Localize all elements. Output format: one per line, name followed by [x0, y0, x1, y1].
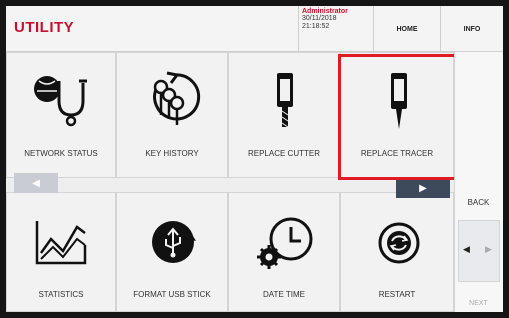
restart-icon — [378, 222, 420, 264]
key-history-button[interactable]: KEY HISTORY — [116, 52, 228, 178]
format-usb-stick-button[interactable]: FORMAT USB STICK — [116, 192, 228, 312]
header-bar: UTILITY Administrator 30/11/2018 21:18:5… — [6, 6, 503, 52]
stethoscope-globe-icon — [34, 76, 87, 127]
tile-label: NETWORK STATUS — [24, 149, 98, 158]
date-time-button[interactable]: DATE TIME — [228, 192, 340, 312]
user-info: Administrator 30/11/2018 21:18:52 — [302, 8, 372, 31]
usb-format-icon — [152, 221, 196, 263]
info-button[interactable]: INFO — [441, 6, 503, 52]
previous-page-button[interactable]: ◀ — [463, 244, 470, 255]
tile-label: FORMAT USB STICK — [133, 290, 211, 299]
tile-label: RESTART — [378, 290, 416, 299]
home-button[interactable]: HOME — [374, 6, 440, 52]
page-navigator: ◀ ▶ — [458, 220, 500, 282]
time-text: 21:18:52 — [302, 23, 330, 30]
next-page-arrow[interactable]: ▶ — [485, 244, 492, 255]
clock-gear-icon — [257, 217, 313, 269]
replace-tracer-button[interactable]: REPLACE TRACER — [340, 52, 454, 178]
replace-cutter-button[interactable]: REPLACE CUTTER — [228, 52, 340, 178]
restart-button[interactable]: RESTART — [340, 192, 454, 312]
next-button[interactable]: NEXT — [454, 300, 503, 307]
tile-label: REPLACE TRACER — [360, 149, 434, 158]
page-title: UTILITY — [14, 19, 75, 36]
tile-label: KEY HISTORY — [145, 149, 199, 158]
network-status-button[interactable]: NETWORK STATUS — [6, 52, 116, 178]
touch-screen: UTILITY Administrator 30/11/2018 21:18:5… — [6, 6, 503, 312]
scroll-right-button[interactable]: ▶ — [396, 178, 450, 198]
statistics-button[interactable]: STATISTICS — [6, 192, 116, 312]
tracer-icon — [391, 73, 407, 129]
user-name: Administrator — [302, 8, 348, 15]
tile-label: REPLACE CUTTER — [247, 149, 320, 158]
date-text: 30/11/2018 — [302, 15, 337, 22]
header-divider — [298, 6, 299, 52]
scroll-left-button[interactable]: ◀ — [14, 173, 58, 193]
tile-label: DATE TIME — [263, 290, 305, 299]
back-button[interactable]: BACK — [454, 198, 503, 207]
cutter-icon — [277, 73, 293, 128]
key-history-icon — [153, 71, 201, 125]
statistics-chart-icon — [35, 221, 87, 265]
tile-label: STATISTICS — [38, 290, 84, 299]
